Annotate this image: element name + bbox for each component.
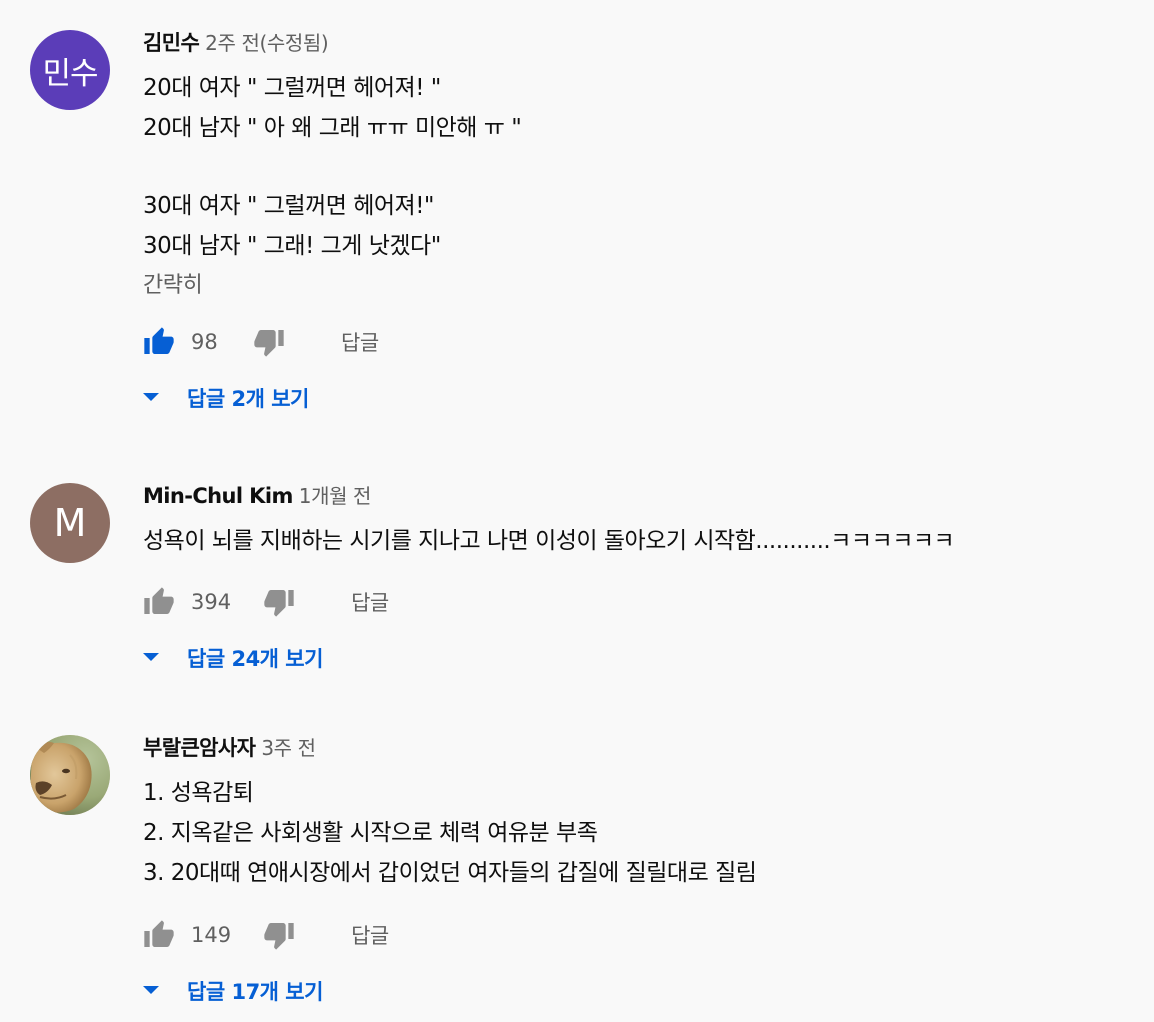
comment-header: Min-Chul Kim 1개월 전: [143, 483, 1133, 509]
comment-time[interactable]: 3주 전: [261, 736, 316, 760]
view-replies-label: 답글 2개 보기: [187, 387, 309, 411]
comment-text: 1. 성욕감퇴 2. 지옥같은 사회생활 시작으로 체력 여유분 부족 3. 2…: [143, 773, 1133, 893]
caret-down-icon: [143, 393, 159, 403]
avatar-initials: M: [53, 501, 87, 545]
thumbs-up-icon[interactable]: [143, 586, 175, 618]
comment-actions: 98 답글: [143, 322, 1133, 362]
like-count: 98: [191, 330, 218, 354]
comment-time[interactable]: 1개월 전: [299, 484, 372, 508]
comment-line: 1. 성욕감퇴: [143, 780, 254, 806]
comment-line: 2. 지옥같은 사회생활 시작으로 체력 여유분 부족: [143, 820, 598, 846]
comment-body: Min-Chul Kim 1개월 전 성욕이 뇌를 지배하는 시기를 지나고 나면…: [143, 483, 1133, 678]
thumbs-up-icon[interactable]: [143, 326, 175, 358]
thumbs-down-icon[interactable]: [263, 919, 295, 951]
comment-body: 부랄큰암사자 3주 전 1. 성욕감퇴 2. 지옥같은 사회생활 시작으로 체력 …: [143, 735, 1133, 1011]
reply-button[interactable]: 답글: [351, 920, 389, 950]
comment-actions: 149 답글: [143, 915, 1133, 955]
like-count: 149: [191, 923, 232, 947]
comment-text: 20대 여자 " 그럴꺼면 헤어져! " 20대 남자 " 아 왜 그래 ㅠㅠ …: [143, 68, 1133, 266]
avatar[interactable]: [30, 735, 110, 815]
caret-down-icon: [143, 653, 159, 663]
comment-line: 성욕이 뇌를 지배하는 시기를 지나고 나면 이성이 돌아오기 시작함.....…: [143, 528, 955, 554]
thumbs-down-icon[interactable]: [263, 586, 295, 618]
thumbs-up-icon[interactable]: [143, 919, 175, 951]
avatar[interactable]: M: [30, 483, 110, 563]
view-replies-label: 답글 17개 보기: [187, 980, 323, 1004]
reply-button[interactable]: 답글: [351, 587, 389, 617]
view-replies-button[interactable]: 답글 2개 보기: [143, 378, 1133, 418]
avatar-initials: 민수: [42, 55, 98, 92]
author-name[interactable]: 김민수: [143, 31, 200, 55]
thumbs-down-icon[interactable]: [253, 326, 285, 358]
comment-line: 30대 남자 " 그래! 그게 낫겠다": [143, 233, 441, 259]
author-name[interactable]: Min-Chul Kim: [143, 484, 293, 508]
view-replies-label: 답글 24개 보기: [187, 647, 323, 671]
show-less-button[interactable]: 간략히: [143, 266, 1133, 306]
comment-header: 김민수 2주 전(수정됨): [143, 30, 1133, 56]
caret-down-icon: [143, 986, 159, 996]
comment-line: 30대 여자 " 그럴꺼면 헤어져!": [143, 193, 435, 219]
comment-header: 부랄큰암사자 3주 전: [143, 735, 1133, 761]
lioness-photo: [30, 735, 110, 815]
reply-button[interactable]: 답글: [341, 327, 379, 357]
comment-text: 성욕이 뇌를 지배하는 시기를 지나고 나면 이성이 돌아오기 시작함.....…: [143, 521, 1133, 561]
view-replies-button[interactable]: 답글 24개 보기: [143, 638, 1133, 678]
comment-time[interactable]: 2주 전(수정됨): [205, 31, 328, 55]
like-count: 394: [191, 590, 232, 614]
avatar[interactable]: 민수: [30, 30, 110, 110]
view-replies-button[interactable]: 답글 17개 보기: [143, 971, 1133, 1011]
comment-line: 3. 20대때 연애시장에서 갑이었던 여자들의 갑질에 질릴대로 질림: [143, 860, 757, 886]
author-name[interactable]: 부랄큰암사자: [143, 736, 256, 760]
comment-body: 김민수 2주 전(수정됨) 20대 여자 " 그럴꺼면 헤어져! " 20대 남자…: [143, 30, 1133, 418]
comment-line: 20대 남자 " 아 왜 그래 ㅠㅠ 미안해 ㅠ ": [143, 115, 522, 141]
comment-actions: 394 답글: [143, 582, 1133, 622]
comment-line: 20대 여자 " 그럴꺼면 헤어져! ": [143, 75, 441, 101]
comment-blank-line: [143, 148, 1133, 186]
